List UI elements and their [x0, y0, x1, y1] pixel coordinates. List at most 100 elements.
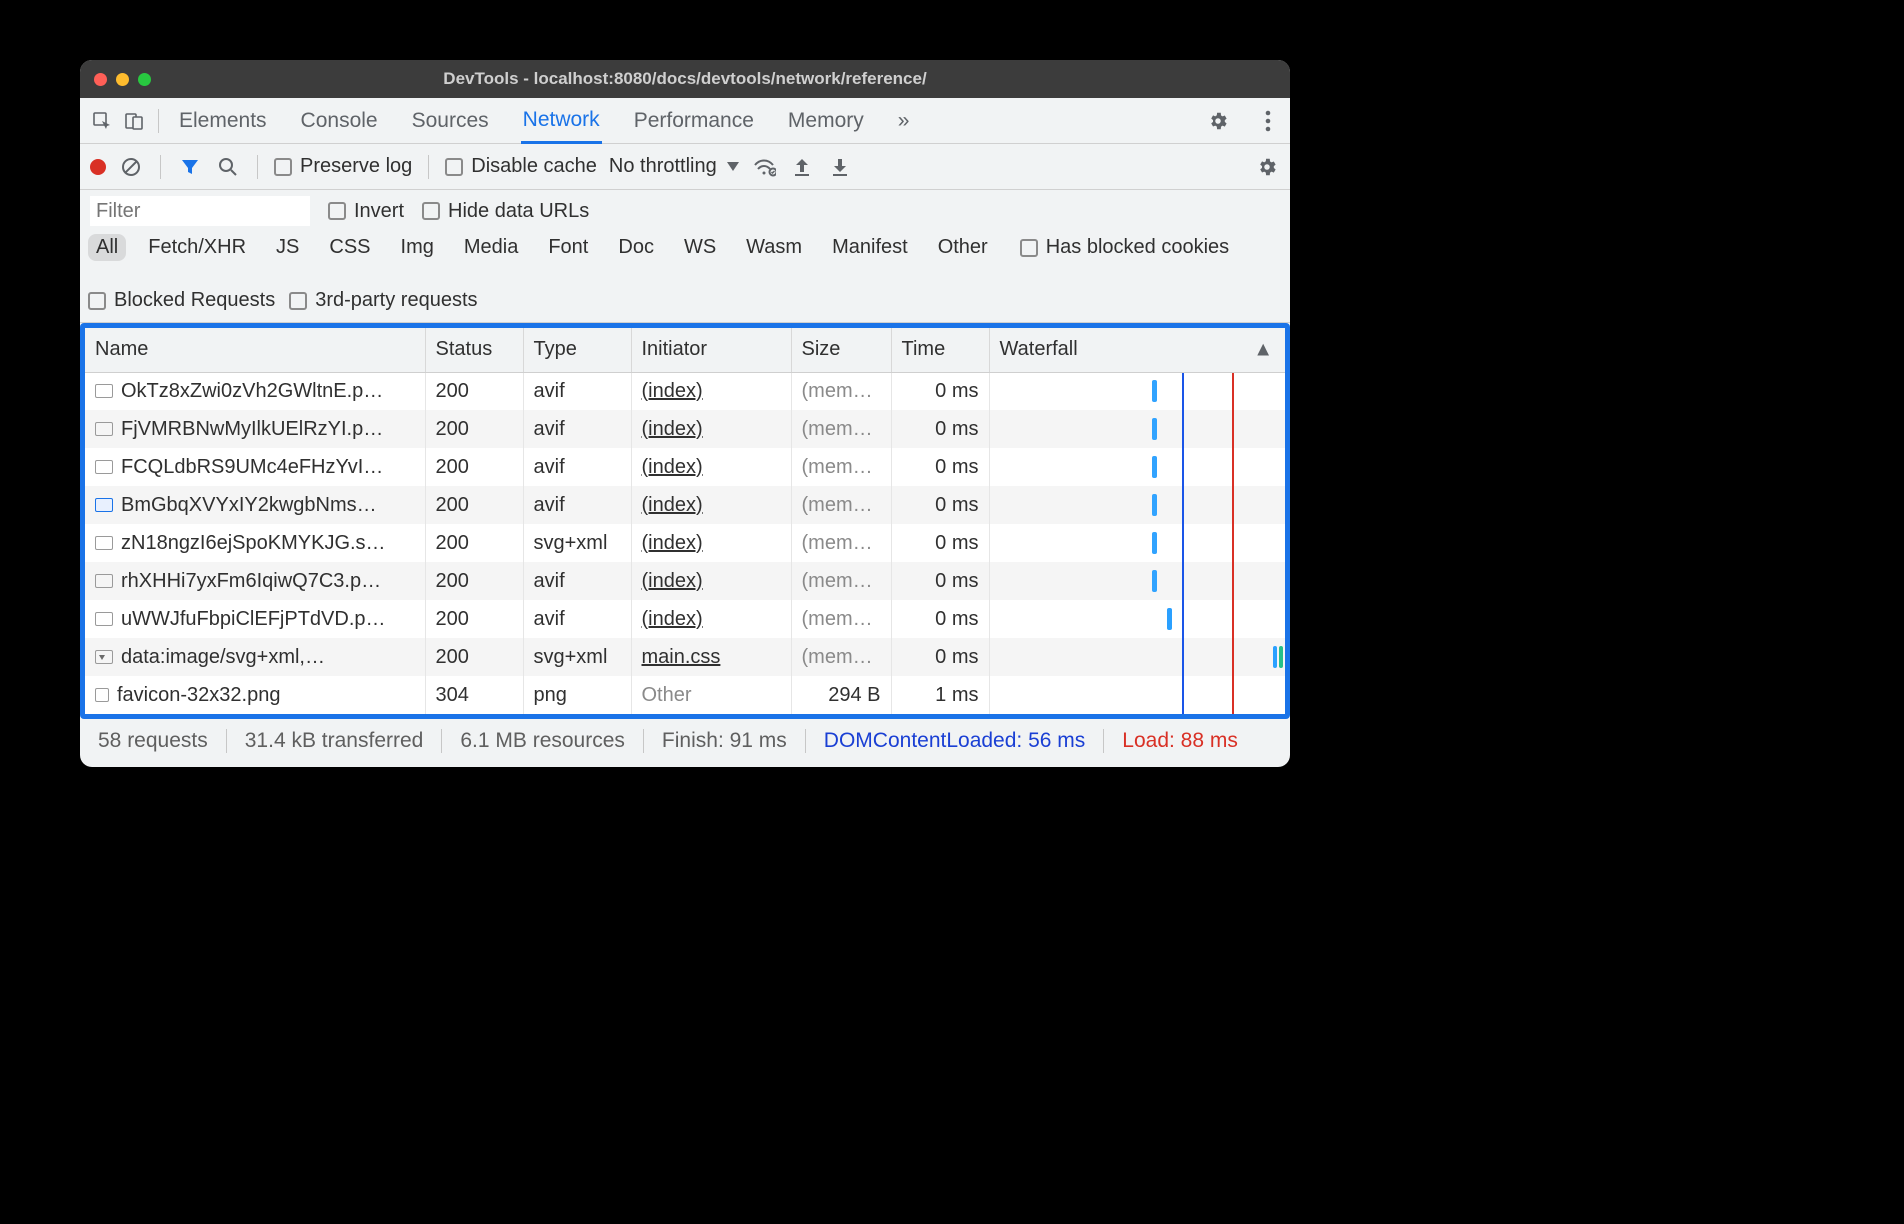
record-button[interactable] [90, 159, 106, 175]
cell-name: rhXHHi7yxFm6IqiwQ7C3.p… [85, 562, 425, 600]
preserve-log-checkbox[interactable]: Preserve log [274, 155, 412, 178]
network-settings-gear-icon[interactable] [1254, 154, 1280, 180]
kebab-menu-icon[interactable] [1252, 105, 1284, 137]
type-filter-all[interactable]: All [88, 234, 126, 261]
request-row[interactable]: FjVMRBNwMyIlkUElRzYI.p…200avif(index)(me… [85, 410, 1285, 448]
request-row[interactable]: zN18ngzI6ejSpoKMYKJG.s…200svg+xml(index)… [85, 524, 1285, 562]
type-filter-font[interactable]: Font [540, 234, 596, 261]
throttling-value: No throttling [609, 155, 717, 178]
cell-time: 1 ms [891, 676, 989, 714]
tab-network[interactable]: Network [521, 98, 602, 144]
network-conditions-icon[interactable] [751, 154, 777, 180]
type-filter-fetchxhr[interactable]: Fetch/XHR [140, 234, 254, 261]
type-filter-manifest[interactable]: Manifest [824, 234, 916, 261]
cell-name: data:image/svg+xml,… [85, 638, 425, 676]
separator [160, 155, 161, 179]
status-requests: 58 requests [98, 729, 227, 753]
device-toolbar-icon[interactable] [118, 105, 150, 137]
tab-elements[interactable]: Elements [177, 99, 269, 142]
disable-cache-checkbox[interactable]: Disable cache [445, 155, 597, 178]
cell-waterfall [989, 524, 1285, 562]
request-row[interactable]: BmGbqXVYxIY2kwgbNms…200avif(index)(mem…0… [85, 486, 1285, 524]
cell-status: 200 [425, 448, 523, 486]
request-row[interactable]: data:image/svg+xml,…200svg+xmlmain.css(m… [85, 638, 1285, 676]
tab-sources[interactable]: Sources [410, 99, 491, 142]
status-finish: Finish: 91 ms [644, 729, 806, 753]
request-row[interactable]: uWWJfuFbpiClEFjPTdVD.p…200avif(index)(me… [85, 600, 1285, 638]
type-filter-ws[interactable]: WS [676, 234, 724, 261]
cell-size: (mem… [791, 600, 891, 638]
third-party-checkbox[interactable]: 3rd-party requests [289, 289, 477, 312]
status-transferred: 31.4 kB transferred [227, 729, 443, 753]
type-filter-doc[interactable]: Doc [610, 234, 662, 261]
cell-initiator: (index) [631, 410, 791, 448]
column-size[interactable]: Size [791, 328, 891, 372]
status-load: Load: 88 ms [1104, 729, 1256, 753]
resource-type-filters: All Fetch/XHR JS CSS Img Media Font Doc WS Wasm Ma… [80, 230, 1290, 323]
invert-checkbox[interactable]: Invert [328, 200, 404, 223]
file-type-icon [95, 688, 109, 702]
cell-type: avif [523, 562, 631, 600]
third-party-label: 3rd-party requests [315, 289, 477, 312]
type-filter-other[interactable]: Other [930, 234, 996, 261]
cell-size: (mem… [791, 562, 891, 600]
hide-data-urls-checkbox[interactable]: Hide data URLs [422, 200, 589, 223]
request-row[interactable]: rhXHHi7yxFm6IqiwQ7C3.p…200avif(index)(me… [85, 562, 1285, 600]
type-filter-css[interactable]: CSS [321, 234, 378, 261]
cell-name: FCQLdbRS9UMc4eFHzYvI… [85, 448, 425, 486]
panel-tabs: Elements Console Sources Network Performance… [80, 98, 1290, 144]
request-row[interactable]: OkTz8xZwi0zVh2GWltnE.p…200avif(index)(me… [85, 372, 1285, 410]
type-filter-img[interactable]: Img [393, 234, 442, 261]
separator [257, 155, 258, 179]
type-filter-media[interactable]: Media [456, 234, 526, 261]
column-time[interactable]: Time [891, 328, 989, 372]
filter-row: Invert Hide data URLs [80, 190, 1290, 230]
cell-size: (mem… [791, 524, 891, 562]
titlebar: DevTools - localhost:8080/docs/devtools/… [80, 60, 1290, 98]
inspect-element-icon[interactable] [86, 105, 118, 137]
has-blocked-cookies-checkbox[interactable]: Has blocked cookies [1020, 236, 1229, 259]
settings-gear-icon[interactable] [1202, 105, 1234, 137]
file-type-icon [95, 612, 113, 626]
request-row[interactable]: FCQLdbRS9UMc4eFHzYvI…200avif(index)(mem…… [85, 448, 1285, 486]
tab-console[interactable]: Console [299, 99, 380, 142]
tab-memory[interactable]: Memory [786, 99, 866, 142]
cell-name: FjVMRBNwMyIlkUElRzYI.p… [85, 410, 425, 448]
type-filter-js[interactable]: JS [268, 234, 307, 261]
cell-time: 0 ms [891, 448, 989, 486]
filter-input[interactable] [90, 196, 310, 226]
column-type[interactable]: Type [523, 328, 631, 372]
search-icon[interactable] [215, 154, 241, 180]
cell-waterfall [989, 410, 1285, 448]
filter-funnel-icon[interactable] [177, 154, 203, 180]
cell-initiator: (index) [631, 562, 791, 600]
cell-status: 200 [425, 600, 523, 638]
type-filter-wasm[interactable]: Wasm [738, 234, 810, 261]
download-har-icon[interactable] [827, 154, 853, 180]
throttling-select[interactable]: No throttling [609, 155, 739, 178]
column-name[interactable]: Name [85, 328, 425, 372]
status-domcontentloaded: DOMContentLoaded: 56 ms [806, 729, 1104, 753]
tab-performance[interactable]: Performance [632, 99, 756, 142]
cell-waterfall [989, 372, 1285, 410]
dropdown-caret-icon [727, 162, 739, 171]
file-type-icon [95, 536, 113, 550]
cell-status: 200 [425, 638, 523, 676]
tabs-overflow-icon[interactable]: » [896, 99, 912, 142]
blocked-requests-checkbox[interactable]: Blocked Requests [88, 289, 275, 312]
cell-status: 200 [425, 486, 523, 524]
cell-waterfall [989, 676, 1285, 714]
clear-icon[interactable] [118, 154, 144, 180]
cell-status: 200 [425, 372, 523, 410]
upload-har-icon[interactable] [789, 154, 815, 180]
cell-status: 304 [425, 676, 523, 714]
column-status[interactable]: Status [425, 328, 523, 372]
cell-waterfall [989, 448, 1285, 486]
cell-time: 0 ms [891, 638, 989, 676]
cell-size: (mem… [791, 372, 891, 410]
column-initiator[interactable]: Initiator [631, 328, 791, 372]
cell-type: svg+xml [523, 638, 631, 676]
request-row[interactable]: favicon-32x32.png304pngOther294 B1 ms [85, 676, 1285, 714]
column-waterfall[interactable]: Waterfall▲ [989, 328, 1285, 372]
cell-initiator: main.css [631, 638, 791, 676]
